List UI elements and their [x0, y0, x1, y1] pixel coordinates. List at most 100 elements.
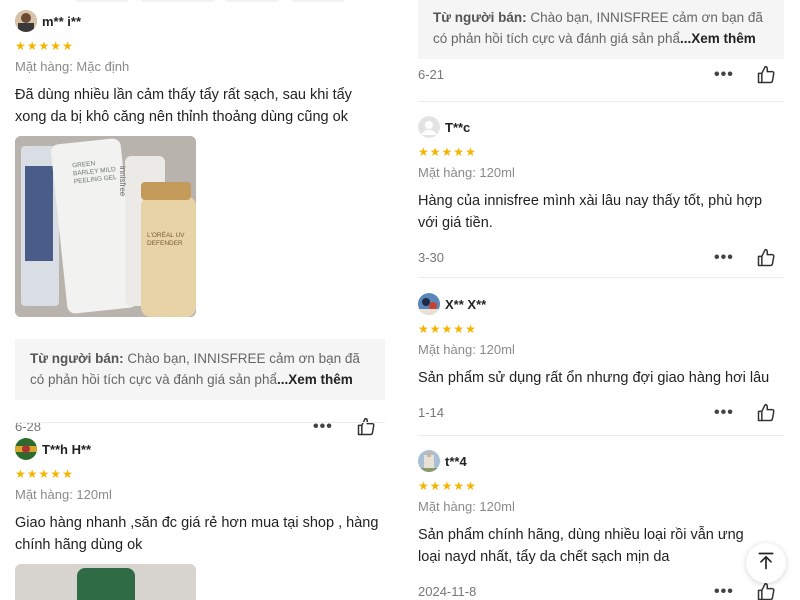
review-divider: [15, 422, 385, 423]
review-date: 1-14: [418, 405, 445, 420]
more-dots-icon[interactable]: •••: [714, 583, 734, 600]
avatar[interactable]: [418, 450, 440, 472]
filter-tab-stub[interactable]: [225, 0, 280, 2]
review-text: Hàng của innisfree mình xài lâu nay thấy…: [418, 193, 763, 231]
star-icon: ★: [418, 479, 429, 493]
star-icon: ★: [453, 479, 465, 493]
star-icon: ★: [429, 322, 441, 336]
review-text: Giao hàng nhanh ,săn đc giá rẻ hơn mua t…: [15, 515, 379, 553]
star-icon: ★: [465, 145, 476, 159]
rating-stars: ★ ★ ★ ★ ★: [15, 468, 385, 480]
star-icon: ★: [441, 145, 453, 159]
avatar[interactable]: [15, 438, 37, 460]
avatar[interactable]: [418, 116, 440, 138]
star-icon: ★: [38, 39, 50, 53]
reviewer-name[interactable]: X** X**: [445, 297, 486, 312]
more-dots-icon[interactable]: •••: [714, 404, 734, 422]
star-icon: ★: [453, 322, 465, 336]
avatar[interactable]: [418, 293, 440, 315]
star-icon: ★: [38, 467, 50, 481]
reviewer-row: T**c: [418, 116, 784, 138]
review-date: 3-30: [418, 250, 445, 265]
reviewer-row: m** i**: [15, 10, 385, 32]
review-card: m** i** ★ ★ ★ ★ ★ Mặt hàng: Mặc định Đã dùng…: [15, 10, 385, 437]
review-text: Sản phẩm chính hãng, dùng nhiều loại rồi…: [418, 527, 744, 565]
review-text: Sản phẩm sử dụng rất ổn nhưng đợi giao h…: [418, 370, 770, 386]
product-variant: Mặt hàng: Mặc định: [15, 59, 130, 74]
avatar[interactable]: [15, 10, 37, 32]
star-icon: ★: [418, 322, 429, 336]
review-divider: [418, 277, 784, 278]
review-date: 2024-11-8: [418, 584, 477, 599]
seller-label: Từ người bán:: [30, 351, 124, 366]
star-icon: ★: [62, 467, 73, 481]
star-icon: ★: [15, 467, 26, 481]
seller-reply: Từ người bán: Chào bạn, INNISFREE cảm ơn…: [15, 339, 385, 400]
thumbs-up-icon[interactable]: [756, 248, 776, 268]
rating-stars: ★ ★ ★ ★ ★: [418, 480, 784, 492]
review-card: t**4 ★ ★ ★ ★ ★ Mặt hàng: 120ml Sản phẩm chín…: [418, 450, 784, 600]
star-icon: ★: [50, 39, 62, 53]
thumbs-up-icon[interactable]: [356, 417, 376, 437]
review-photo[interactable]: GREEN BARLEY MILD PEELING GEL innisfree …: [15, 136, 196, 317]
reviewer-name[interactable]: T**h H**: [42, 442, 91, 457]
more-dots-icon[interactable]: •••: [313, 418, 333, 436]
seller-reply: Từ người bán: Chào bạn, INNISFREE cảm ơn…: [418, 0, 784, 59]
more-dots-icon[interactable]: •••: [714, 249, 734, 267]
star-icon: ★: [429, 479, 441, 493]
filter-tab-stub[interactable]: [140, 0, 215, 2]
photo-label: GREEN BARLEY MILD PEELING GEL: [71, 160, 118, 186]
review-card: X** X** ★ ★ ★ ★ ★ Mặt hàng: 120ml Sản phẩm s…: [418, 293, 784, 423]
rating-stars: ★ ★ ★ ★ ★: [15, 40, 385, 52]
star-icon: ★: [441, 479, 453, 493]
reviewer-name[interactable]: t**4: [445, 454, 467, 469]
star-icon: ★: [465, 479, 476, 493]
review-meta-row: 1-14 •••: [418, 403, 784, 423]
star-icon: ★: [26, 39, 38, 53]
star-icon: ★: [26, 467, 38, 481]
see-more-link[interactable]: ...Xem thêm: [680, 31, 756, 46]
more-dots-icon[interactable]: •••: [714, 66, 734, 84]
photo-label: innisfree: [118, 166, 127, 197]
star-icon: ★: [418, 145, 429, 159]
review-divider: [418, 101, 784, 102]
reviewer-row: t**4: [418, 450, 784, 472]
reviewer-name[interactable]: T**c: [445, 120, 470, 135]
thumbs-up-icon[interactable]: [756, 65, 776, 85]
product-variant: Mặt hàng: 120ml: [418, 165, 515, 180]
back-to-top-button[interactable]: [746, 543, 786, 583]
product-variant: Mặt hàng: 120ml: [418, 499, 515, 514]
review-card: T**h H** ★ ★ ★ ★ ★ Mặt hàng: 120ml Giao hàng…: [15, 438, 385, 600]
rating-stars: ★ ★ ★ ★ ★: [418, 146, 784, 158]
star-icon: ★: [453, 145, 465, 159]
star-icon: ★: [465, 322, 476, 336]
product-variant: Mặt hàng: 120ml: [418, 342, 515, 357]
star-icon: ★: [429, 145, 441, 159]
thumbs-up-icon[interactable]: [756, 403, 776, 423]
review-text: Đã dùng nhiều lần cảm thấy tẩy rất sạch,…: [15, 87, 352, 125]
review-meta-row: 2024-11-8 •••: [418, 582, 784, 600]
review-photo[interactable]: [15, 564, 196, 600]
thumbs-up-icon[interactable]: [756, 582, 776, 600]
reviewer-row: X** X**: [418, 293, 784, 315]
review-meta-row: 6-28 •••: [15, 417, 385, 437]
reviewer-name[interactable]: m** i**: [42, 14, 81, 29]
star-icon: ★: [441, 322, 453, 336]
review-meta-row: 6-21 •••: [418, 65, 784, 85]
photo-label: L'ORÉAL UV DEFENDER: [147, 232, 185, 247]
star-icon: ★: [15, 39, 26, 53]
product-variant: Mặt hàng: 120ml: [15, 487, 112, 502]
review-meta-row: 3-30 •••: [418, 248, 784, 268]
star-icon: ★: [62, 39, 73, 53]
reviewer-row: T**h H**: [15, 438, 385, 460]
filter-tab-stub[interactable]: [290, 0, 345, 2]
review-date: 6-21: [418, 67, 445, 82]
see-more-link[interactable]: ...Xem thêm: [277, 372, 353, 387]
rating-stars: ★ ★ ★ ★ ★: [418, 323, 784, 335]
review-divider: [418, 435, 784, 436]
filter-tab-stub[interactable]: [75, 0, 130, 2]
star-icon: ★: [50, 467, 62, 481]
seller-label: Từ người bán:: [433, 10, 527, 25]
arrow-up-to-top-icon: [756, 551, 776, 576]
review-card: T**c ★ ★ ★ ★ ★ Mặt hàng: 120ml Hàng của inni…: [418, 116, 784, 268]
